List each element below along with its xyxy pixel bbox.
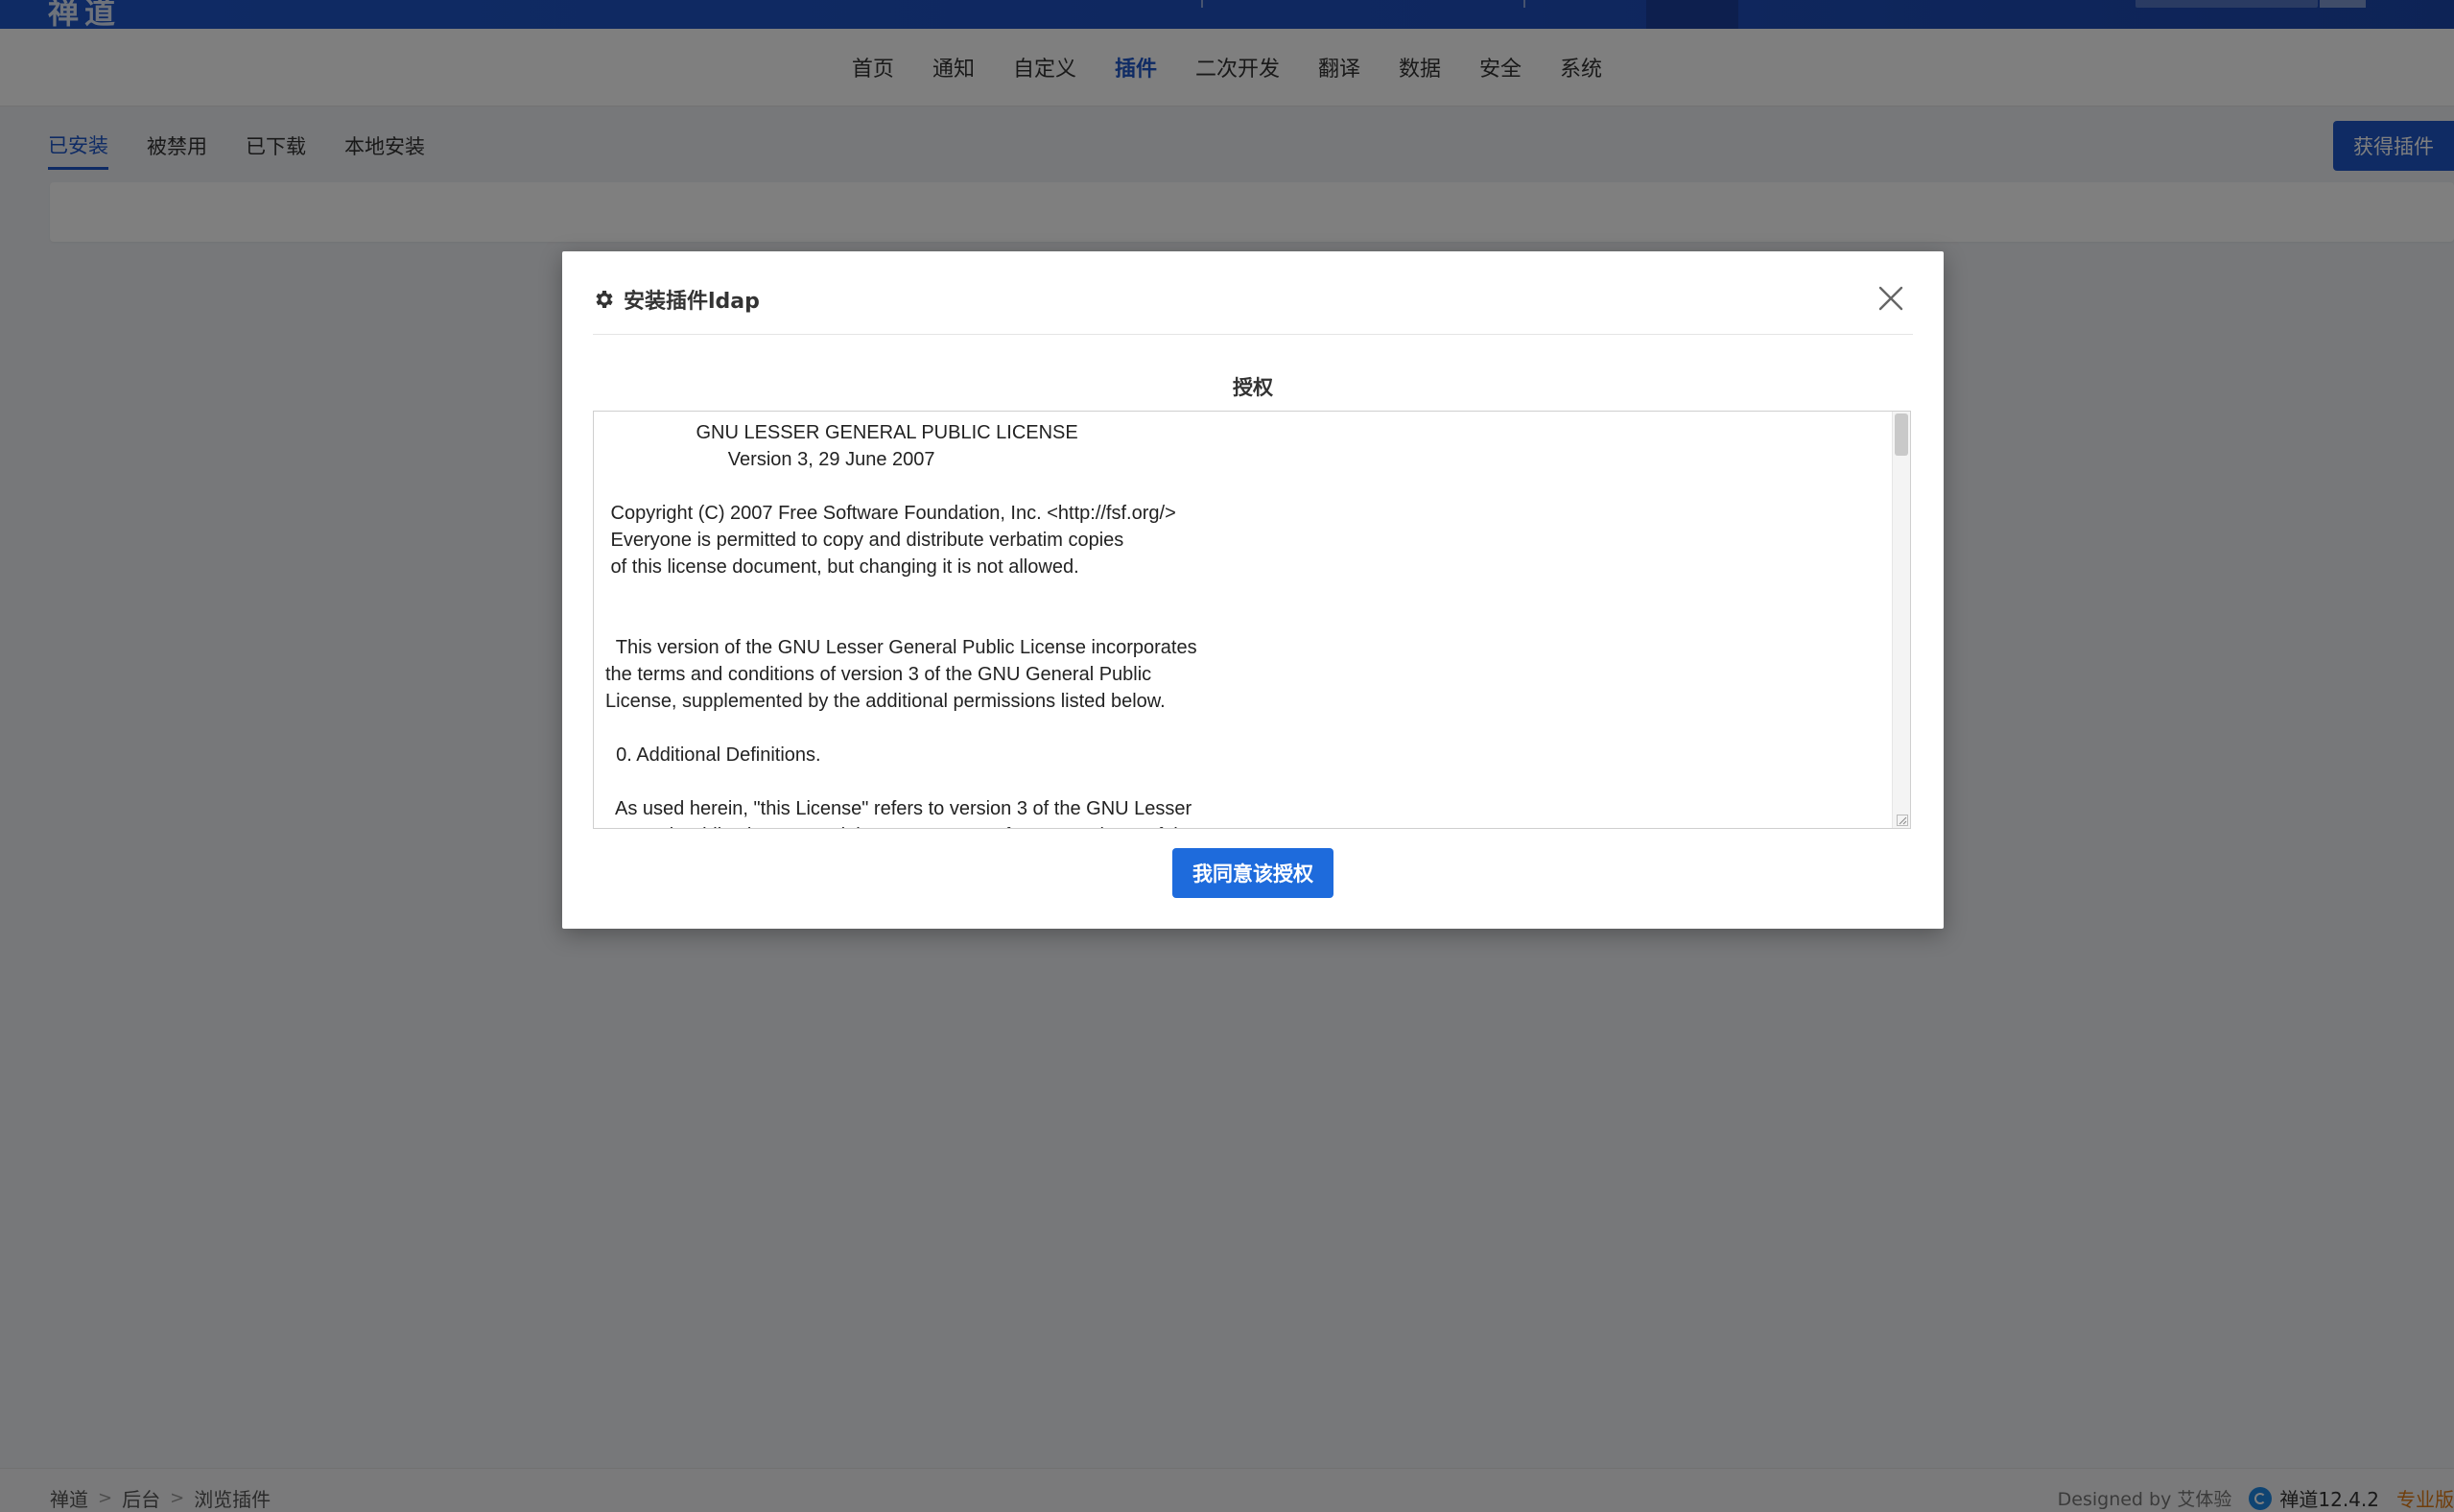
license-section-title: 授权	[1233, 376, 1273, 399]
page: 禅道 首页 通知 自定义 插件 二次开发 翻译 数据 安全 系统 已安装 被禁用…	[0, 0, 2454, 1512]
scrollbar-thumb[interactable]	[1895, 413, 1908, 456]
modal-title: 安装插件ldap	[593, 284, 760, 315]
resize-handle-icon[interactable]	[1897, 815, 1908, 826]
license-textarea[interactable]: GNU LESSER GENERAL PUBLIC LICENSE Versio…	[593, 411, 1911, 829]
close-icon[interactable]	[1877, 285, 1904, 312]
close-button[interactable]	[1869, 276, 1913, 320]
modal-title-text: 安装插件ldap	[624, 290, 760, 314]
agree-license-button[interactable]: 我同意该授权	[1172, 848, 1333, 898]
gear-icon	[593, 288, 616, 311]
install-plugin-modal: 安装插件ldap 授权 GNU LESSER GENERAL PUBLIC LI…	[562, 251, 1944, 929]
license-scrollbar[interactable]	[1892, 412, 1910, 828]
license-text: GNU LESSER GENERAL PUBLIC LICENSE Versio…	[605, 422, 1243, 828]
modal-header: 安装插件ldap	[593, 276, 1913, 335]
